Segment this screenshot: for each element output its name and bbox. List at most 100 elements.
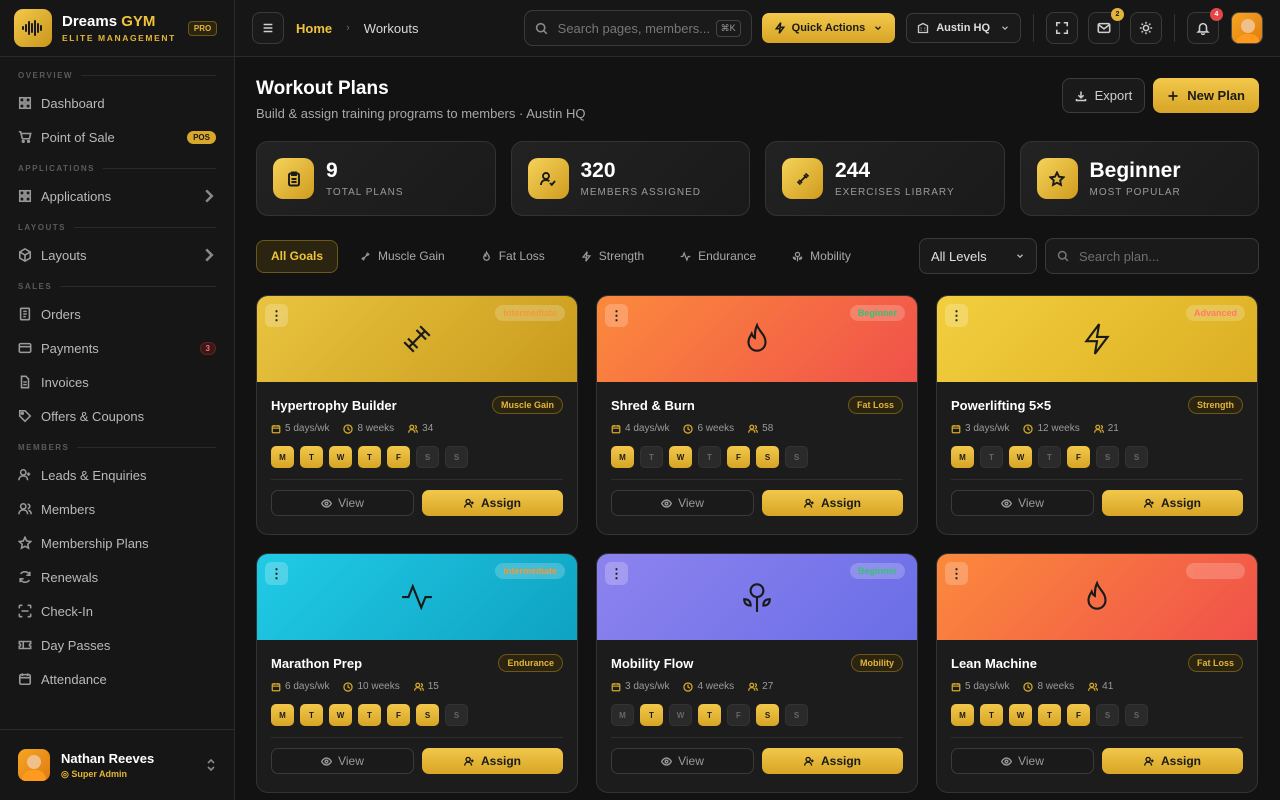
day-chip: T bbox=[358, 704, 381, 726]
sidebar-item-label: Members bbox=[41, 501, 96, 517]
assign-button[interactable]: Assign bbox=[422, 490, 563, 516]
plan-member-count: 58 bbox=[762, 423, 774, 434]
sidebar-item-day-passes[interactable]: Day Passes bbox=[0, 628, 234, 662]
user-plus-icon bbox=[1143, 498, 1154, 508]
plan-meta: 3 days/wk 4 weeks 27 bbox=[611, 681, 903, 692]
day-chip: S bbox=[445, 446, 468, 468]
more-options-button[interactable]: ⋮ bbox=[265, 562, 288, 585]
day-chip: W bbox=[1009, 704, 1032, 726]
tab-muscle-gain[interactable]: Muscle Gain bbox=[346, 240, 459, 273]
sidebar-item-label: Layouts bbox=[41, 247, 87, 263]
chevron-down-icon bbox=[1017, 254, 1023, 259]
eye-icon bbox=[321, 498, 333, 508]
more-options-button[interactable]: ⋮ bbox=[605, 304, 628, 327]
assign-button[interactable]: Assign bbox=[1102, 748, 1243, 774]
assign-button[interactable]: Assign bbox=[422, 748, 563, 774]
export-button[interactable]: Export bbox=[1061, 78, 1146, 113]
lightning-icon bbox=[774, 22, 785, 34]
sidebar-item-label: Payments bbox=[41, 340, 99, 356]
user-avatar-button[interactable] bbox=[1231, 12, 1263, 44]
day-chip: F bbox=[387, 446, 410, 468]
clock-icon bbox=[343, 681, 354, 692]
sidebar-item-offers[interactable]: Offers & Coupons bbox=[0, 399, 234, 433]
flower-icon bbox=[743, 583, 771, 612]
menu-toggle-button[interactable] bbox=[252, 12, 284, 44]
day-chip: S bbox=[1125, 704, 1148, 726]
apps-icon bbox=[18, 189, 32, 203]
level-select[interactable]: All Levels bbox=[919, 238, 1037, 274]
day-chip: T bbox=[300, 704, 323, 726]
plan-search-input[interactable]: Search plan... bbox=[1045, 238, 1259, 274]
breadcrumb-home[interactable]: Home bbox=[296, 21, 332, 36]
fullscreen-button[interactable] bbox=[1046, 12, 1078, 44]
level-badge: Beginner bbox=[849, 305, 905, 321]
user-profile[interactable]: Nathan Reeves ◎ Super Admin bbox=[0, 729, 234, 800]
view-button[interactable]: View bbox=[271, 748, 414, 774]
day-chip: S bbox=[756, 704, 779, 726]
plan-card: ⋮ Beginner Mobility Flow Mobility 3 days… bbox=[596, 553, 918, 793]
day-chip: T bbox=[640, 446, 663, 468]
users-icon bbox=[1093, 424, 1104, 433]
sidebar-item-applications[interactable]: Applications bbox=[0, 179, 234, 213]
more-options-button[interactable]: ⋮ bbox=[265, 304, 288, 327]
sidebar-item-membership-plans[interactable]: Membership Plans bbox=[0, 526, 234, 560]
view-button[interactable]: View bbox=[951, 748, 1094, 774]
new-plan-button[interactable]: New Plan bbox=[1153, 78, 1259, 113]
quick-actions-button[interactable]: Quick Actions bbox=[761, 13, 896, 43]
day-chip: M bbox=[951, 704, 974, 726]
divider bbox=[1033, 14, 1034, 42]
more-options-button[interactable]: ⋮ bbox=[945, 562, 968, 585]
assign-button[interactable]: Assign bbox=[762, 748, 903, 774]
sidebar-item-leads[interactable]: Leads & Enquiries bbox=[0, 458, 234, 492]
sidebar-item-invoices[interactable]: Invoices bbox=[0, 365, 234, 399]
sidebar-item-members[interactable]: Members bbox=[0, 492, 234, 526]
view-button[interactable]: View bbox=[611, 490, 754, 516]
clock-icon bbox=[1023, 423, 1034, 434]
level-badge: Advanced bbox=[1185, 563, 1245, 579]
theme-toggle-button[interactable] bbox=[1130, 12, 1162, 44]
sidebar-item-checkin[interactable]: Check-In bbox=[0, 594, 234, 628]
sidebar-item-orders[interactable]: Orders bbox=[0, 297, 234, 331]
lightning-icon bbox=[581, 250, 591, 262]
sidebar-item-dashboard[interactable]: Dashboard bbox=[0, 86, 234, 120]
category-badge: Mobility bbox=[851, 654, 903, 672]
tab-fat-loss[interactable]: Fat Loss bbox=[467, 240, 559, 273]
messages-button[interactable]: 2 bbox=[1088, 8, 1124, 44]
sidebar-item-renewals[interactable]: Renewals bbox=[0, 560, 234, 594]
sidebar-item-label: Invoices bbox=[41, 374, 89, 390]
pro-badge: PRO bbox=[187, 20, 218, 36]
tab-all-goals[interactable]: All Goals bbox=[256, 239, 339, 273]
day-chip: W bbox=[329, 704, 352, 726]
section-sales: SALES bbox=[0, 282, 234, 291]
plan-name: Shred & Burn bbox=[611, 397, 695, 413]
view-button[interactable]: View bbox=[951, 490, 1094, 516]
day-chip: M bbox=[271, 704, 294, 726]
breadcrumb-current: Workouts bbox=[363, 20, 419, 36]
user-role: ◎ Super Admin bbox=[61, 768, 128, 779]
user-plus-icon bbox=[803, 498, 814, 508]
pos-badge: POS bbox=[187, 130, 216, 144]
sidebar-item-payments[interactable]: Payments 3 bbox=[0, 331, 234, 365]
global-search-input[interactable]: Search pages, members... ⌘K bbox=[523, 10, 752, 46]
tab-endurance[interactable]: Endurance bbox=[666, 240, 770, 273]
sidebar-item-layouts[interactable]: Layouts bbox=[0, 238, 234, 272]
day-chip: T bbox=[980, 446, 1003, 468]
more-options-button[interactable]: ⋮ bbox=[605, 562, 628, 585]
weekly-schedule: MTWTFSS bbox=[271, 704, 563, 726]
location-select[interactable]: Austin HQ bbox=[906, 13, 1021, 43]
plan-meta: 5 days/wk 8 weeks 34 bbox=[271, 423, 563, 434]
tab-mobility[interactable]: Mobility bbox=[778, 240, 865, 273]
stat-label: MEMBERS ASSIGNED bbox=[580, 187, 701, 198]
notifications-button[interactable]: 4 bbox=[1187, 8, 1223, 44]
chevron-updown-icon bbox=[207, 758, 215, 772]
weekly-schedule: MTWTFSS bbox=[611, 704, 903, 726]
assign-button[interactable]: Assign bbox=[762, 490, 903, 516]
tab-strength[interactable]: Strength bbox=[567, 240, 658, 273]
calendar-icon bbox=[271, 682, 281, 691]
more-options-button[interactable]: ⋮ bbox=[945, 304, 968, 327]
sidebar-item-attendance[interactable]: Attendance bbox=[0, 662, 234, 696]
sidebar-item-pos[interactable]: Point of Sale POS bbox=[0, 120, 234, 154]
assign-button[interactable]: Assign bbox=[1102, 490, 1243, 516]
view-button[interactable]: View bbox=[611, 748, 754, 774]
view-button[interactable]: View bbox=[271, 490, 414, 516]
